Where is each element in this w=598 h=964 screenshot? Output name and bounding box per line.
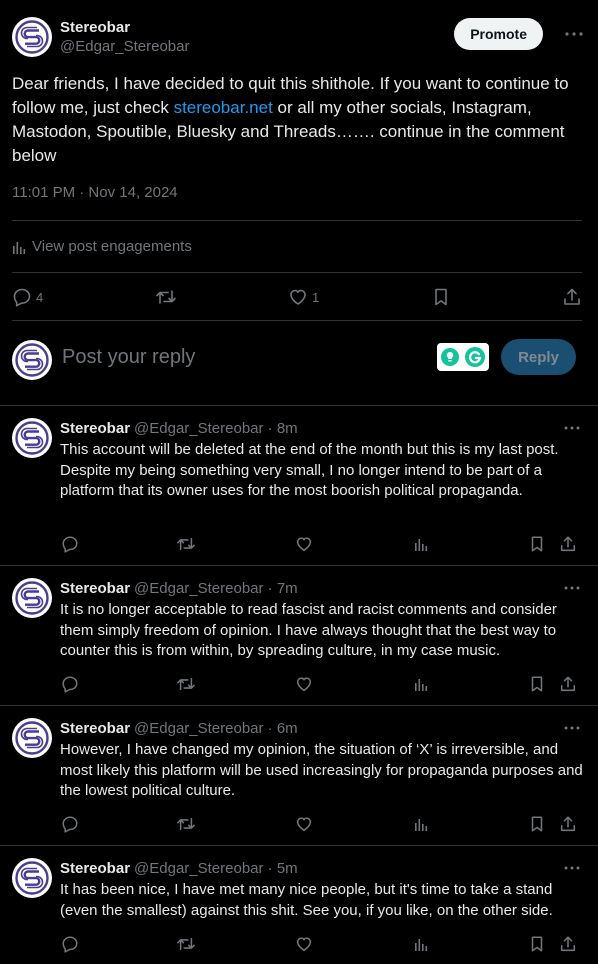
reply-tweet[interactable]: Stereobar @Edgar_Stereobar · 8m This acc… bbox=[0, 406, 598, 566]
repost-action[interactable] bbox=[155, 287, 177, 307]
reply-header: Stereobar @Edgar_Stereobar · 7m bbox=[60, 578, 582, 598]
author-handle[interactable]: @Edgar_Stereobar bbox=[60, 37, 189, 56]
reply-text: However, I have changed my opinion, the … bbox=[60, 741, 583, 799]
more-icon[interactable] bbox=[562, 718, 582, 738]
bookmark-icon[interactable] bbox=[526, 533, 548, 555]
author-name[interactable]: Stereobar bbox=[60, 420, 130, 437]
reply-header: Stereobar @Edgar_Stereobar · 6m bbox=[60, 718, 582, 738]
avatar[interactable] bbox=[12, 718, 52, 758]
reply-input[interactable]: Post your reply bbox=[62, 346, 195, 369]
reply-action-bar bbox=[60, 933, 582, 955]
reply-action-bar bbox=[60, 673, 582, 695]
stereobar-logo-icon bbox=[15, 721, 49, 755]
stereobar-logo-icon bbox=[15, 343, 49, 377]
repost-icon[interactable] bbox=[175, 813, 197, 835]
more-icon[interactable] bbox=[562, 578, 582, 598]
reply-text: It has been nice, I have met many nice p… bbox=[60, 881, 553, 919]
repost-icon[interactable] bbox=[175, 673, 197, 695]
share-icon[interactable] bbox=[557, 533, 579, 555]
idea-extension-icon bbox=[441, 348, 459, 366]
like-icon bbox=[288, 287, 308, 307]
reply-icon[interactable] bbox=[59, 673, 81, 695]
reply-header: Stereobar @Edgar_Stereobar · 5m bbox=[60, 858, 582, 878]
avatar[interactable] bbox=[12, 17, 52, 57]
post-text: Dear friends, I have decided to quit thi… bbox=[12, 72, 582, 168]
like-icon[interactable] bbox=[293, 933, 315, 955]
author-meta[interactable]: @Edgar_Stereobar · 5m bbox=[134, 860, 298, 877]
analytics-icon[interactable] bbox=[410, 673, 432, 695]
like-icon[interactable] bbox=[293, 673, 315, 695]
reply-button[interactable]: Reply bbox=[501, 339, 576, 375]
analytics-icon[interactable] bbox=[410, 533, 432, 555]
reply-tweet[interactable]: Stereobar @Edgar_Stereobar · 5m It has b… bbox=[0, 846, 598, 964]
author-name[interactable]: Stereobar bbox=[60, 580, 130, 597]
post-header: Stereobar @Edgar_Stereobar Promote bbox=[12, 16, 586, 58]
like-count: 1 bbox=[311, 289, 320, 305]
share-icon[interactable] bbox=[557, 813, 579, 835]
reply-count: 4 bbox=[36, 289, 44, 305]
main-post: Stereobar @Edgar_Stereobar Promote Dear … bbox=[0, 0, 598, 406]
bookmark-icon bbox=[431, 287, 451, 307]
avatar bbox=[12, 340, 52, 380]
promote-button[interactable]: Promote bbox=[454, 18, 543, 50]
avatar[interactable] bbox=[12, 578, 52, 618]
avatar[interactable] bbox=[12, 418, 52, 458]
repost-icon[interactable] bbox=[175, 533, 197, 555]
reply-text: It is no longer acceptable to read fasci… bbox=[60, 601, 557, 659]
reply-icon[interactable] bbox=[59, 813, 81, 835]
reply-header: Stereobar @Edgar_Stereobar · 8m bbox=[60, 418, 582, 438]
share-icon bbox=[562, 287, 582, 307]
bookmark-icon[interactable] bbox=[526, 933, 548, 955]
avatar[interactable] bbox=[12, 858, 52, 898]
share-icon[interactable] bbox=[557, 673, 579, 695]
stereobar-logo-icon bbox=[15, 421, 49, 455]
analytics-icon[interactable] bbox=[410, 933, 432, 955]
reply-action-bar bbox=[60, 813, 582, 835]
author-meta[interactable]: @Edgar_Stereobar · 8m bbox=[134, 420, 298, 437]
reply-tweet[interactable]: Stereobar @Edgar_Stereobar · 7m It is no… bbox=[0, 566, 598, 706]
bookmark-action[interactable] bbox=[431, 287, 451, 307]
author-name[interactable]: Stereobar bbox=[60, 720, 130, 737]
like-action[interactable]: 1 bbox=[288, 287, 319, 307]
reply-icon bbox=[12, 287, 32, 307]
post-timestamp[interactable]: 11:01 PM · Nov 14, 2024 bbox=[12, 184, 178, 201]
reply-icon[interactable] bbox=[59, 933, 81, 955]
post-action-bar: 4 1 bbox=[12, 284, 582, 310]
bookmark-icon[interactable] bbox=[526, 673, 548, 695]
reply-text: This account will be deleted at the end … bbox=[60, 441, 559, 499]
analytics-icon bbox=[12, 240, 26, 254]
stereobar-logo-icon bbox=[15, 20, 49, 54]
stereobar-logo-icon bbox=[15, 581, 49, 615]
extension-icons[interactable] bbox=[437, 343, 489, 371]
stereobar-logo-icon bbox=[15, 861, 49, 895]
author-meta[interactable]: @Edgar_Stereobar · 6m bbox=[134, 720, 298, 737]
grammarly-icon bbox=[465, 347, 485, 367]
like-icon[interactable] bbox=[293, 813, 315, 835]
post-link[interactable]: stereobar.net bbox=[174, 98, 273, 117]
view-engagements-link[interactable]: View post engagements bbox=[12, 238, 192, 255]
more-icon[interactable] bbox=[562, 24, 586, 44]
author-name[interactable]: Stereobar bbox=[60, 18, 189, 37]
engagements-label: View post engagements bbox=[32, 238, 192, 255]
reply-action-bar bbox=[60, 533, 582, 555]
repost-icon[interactable] bbox=[175, 933, 197, 955]
reply-icon[interactable] bbox=[59, 533, 81, 555]
like-icon[interactable] bbox=[293, 533, 315, 555]
author-meta[interactable]: @Edgar_Stereobar · 7m bbox=[134, 580, 298, 597]
divider bbox=[12, 272, 582, 273]
repost-icon bbox=[155, 287, 177, 307]
more-icon[interactable] bbox=[562, 858, 582, 878]
bookmark-icon[interactable] bbox=[526, 813, 548, 835]
share-icon[interactable] bbox=[557, 933, 579, 955]
analytics-icon[interactable] bbox=[410, 813, 432, 835]
reply-tweet[interactable]: Stereobar @Edgar_Stereobar · 6m However,… bbox=[0, 706, 598, 846]
divider bbox=[12, 220, 582, 221]
share-action[interactable] bbox=[562, 287, 582, 307]
reply-action[interactable]: 4 bbox=[12, 287, 43, 307]
author-name[interactable]: Stereobar bbox=[60, 860, 130, 877]
reply-composer: Post your reply Reply bbox=[0, 320, 598, 406]
more-icon[interactable] bbox=[562, 418, 582, 438]
author-names: Stereobar @Edgar_Stereobar bbox=[60, 18, 189, 56]
